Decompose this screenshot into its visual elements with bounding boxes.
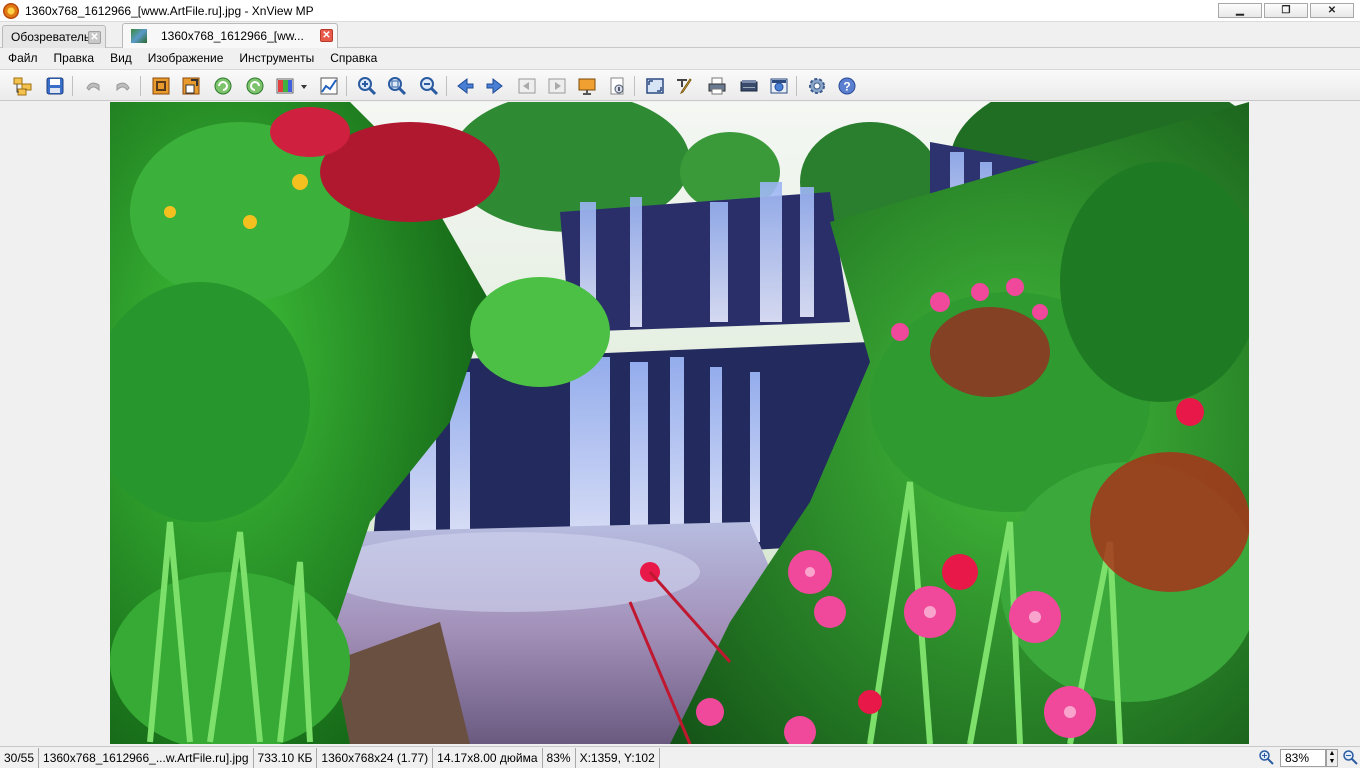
menu-bar: Файл Правка Вид Изображение Инструменты … [0, 48, 1360, 68]
window-title: 1360x768_1612966_[www.ArtFile.ru].jpg - … [25, 3, 314, 18]
previous-icon[interactable] [454, 75, 476, 97]
window-controls: ▁ ❐ ✕ [1218, 3, 1354, 18]
crop-icon[interactable] [150, 75, 172, 97]
first-icon[interactable] [516, 75, 538, 97]
tab-browser-close-icon[interactable]: ✕ [88, 31, 101, 44]
status-zoom-out-icon[interactable] [1342, 749, 1358, 768]
status-dimensions: 1360x768x24 (1.77) [317, 747, 434, 768]
menu-image[interactable]: Изображение [148, 51, 224, 65]
image-viewport[interactable] [0, 102, 1360, 744]
restore-button[interactable]: ❐ [1264, 3, 1308, 18]
levels-icon[interactable] [318, 75, 340, 97]
properties-icon[interactable] [606, 75, 628, 97]
rotate-left-icon[interactable] [212, 75, 234, 97]
capture-icon[interactable] [768, 75, 790, 97]
tab-strip: Обозреватель ✕ 1360x768_1612966_[ww... ✕ [0, 22, 1360, 48]
zoom-in-icon[interactable] [356, 75, 378, 97]
tab-browser-label: Обозреватель [11, 30, 91, 44]
menu-tools[interactable]: Инструменты [239, 51, 314, 65]
save-icon[interactable] [44, 75, 66, 97]
status-bar: 30/55 1360x768_1612966_...w.ArtFile.ru].… [0, 746, 1360, 768]
fullscreen-icon[interactable] [644, 75, 666, 97]
close-window-button[interactable]: ✕ [1310, 3, 1354, 18]
title-bar: 1360x768_1612966_[www.ArtFile.ru].jpg - … [0, 0, 1360, 22]
adjust-colors-icon[interactable] [274, 75, 296, 97]
print-icon[interactable] [706, 75, 728, 97]
status-filesize: 733.10 КБ [254, 747, 318, 768]
menu-file[interactable]: Файл [8, 51, 38, 65]
minimize-button[interactable]: ▁ [1218, 3, 1262, 18]
redo-icon[interactable] [112, 75, 134, 97]
status-position: 30/55 [0, 747, 40, 768]
zoom-spin-up-icon[interactable]: ▲ [1327, 750, 1337, 758]
adjust-colors-dropdown-icon[interactable] [298, 75, 310, 97]
tab-image-label: 1360x768_1612966_[ww... [161, 29, 304, 43]
status-zoom-in-icon[interactable] [1258, 749, 1274, 768]
edit-icon[interactable] [674, 75, 696, 97]
resize-icon[interactable] [180, 75, 202, 97]
rotate-right-icon[interactable] [244, 75, 266, 97]
next-icon[interactable] [484, 75, 506, 97]
menu-edit[interactable]: Правка [54, 51, 95, 65]
menu-view[interactable]: Вид [110, 51, 132, 65]
status-print-size: 14.17x8.00 дюйма [433, 747, 543, 768]
last-icon[interactable] [546, 75, 568, 97]
zoom-fit-icon[interactable] [386, 75, 408, 97]
zoom-spinner[interactable]: ▲ ▼ [1326, 749, 1338, 767]
scanner-icon[interactable] [738, 75, 760, 97]
help-icon[interactable]: ? [836, 75, 858, 97]
image-thumbnail-icon [131, 29, 147, 43]
zoom-level-input[interactable]: 83% [1280, 749, 1326, 767]
toolbar: ? [0, 69, 1360, 101]
tab-image-close-icon[interactable]: ✕ [320, 29, 333, 42]
settings-icon[interactable] [806, 75, 828, 97]
waterfall-photo[interactable] [110, 102, 1249, 744]
browser-folders-icon[interactable] [12, 75, 34, 97]
status-cursor-position: X:1359, Y:102 [576, 747, 660, 768]
zoom-out-icon[interactable] [418, 75, 440, 97]
undo-icon[interactable] [82, 75, 104, 97]
menu-help[interactable]: Справка [330, 51, 377, 65]
zoom-spin-down-icon[interactable]: ▼ [1327, 758, 1337, 766]
status-zoom: 83% [543, 747, 576, 768]
tab-browser[interactable]: Обозреватель ✕ [2, 25, 106, 48]
slideshow-icon[interactable] [576, 75, 598, 97]
xnview-app-icon[interactable] [3, 2, 19, 19]
status-filename: 1360x768_1612966_...w.ArtFile.ru].jpg [39, 747, 254, 768]
svg-text:?: ? [843, 80, 850, 94]
tab-image[interactable]: 1360x768_1612966_[ww... ✕ [122, 23, 338, 48]
